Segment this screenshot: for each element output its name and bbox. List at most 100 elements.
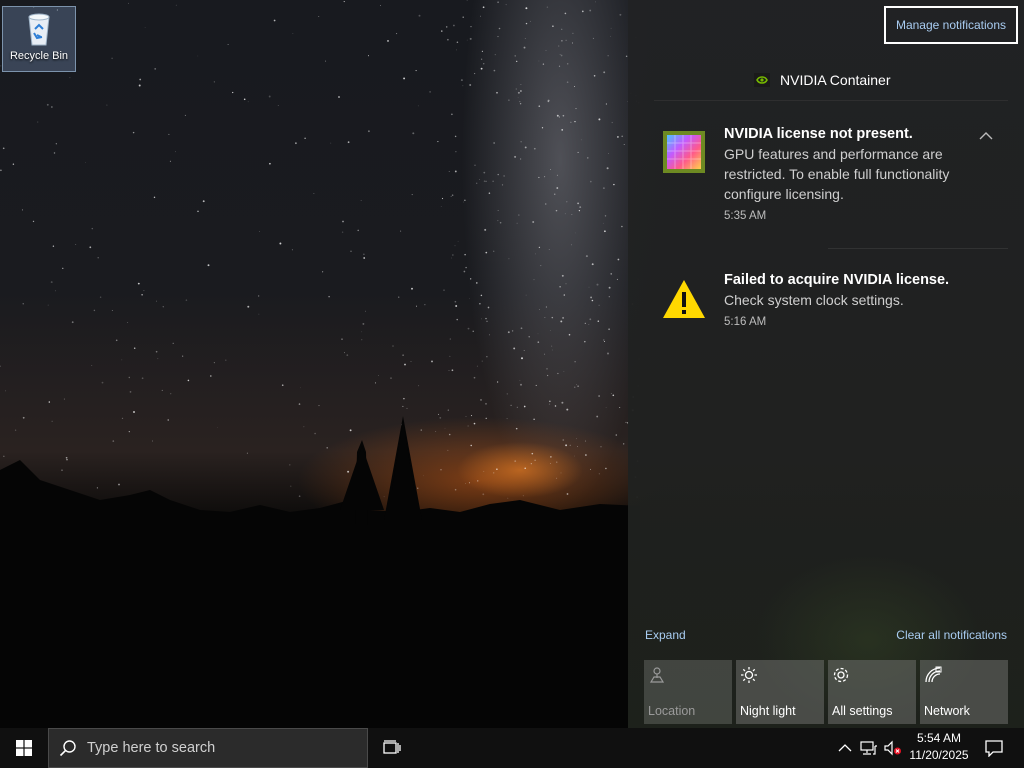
star: [469, 37, 472, 40]
taskbar-clock[interactable]: 5:54 AM 11/20/2025: [906, 730, 972, 764]
clear-all-notifications-button[interactable]: Clear all notifications: [896, 628, 1007, 642]
star: [493, 142, 495, 144]
star: [483, 63, 485, 65]
star: [141, 294, 143, 296]
star: [91, 364, 93, 367]
recycle-bin-shortcut[interactable]: Recycle Bin: [2, 6, 76, 72]
star: [97, 257, 99, 259]
star: [492, 180, 494, 182]
star: [595, 1, 596, 3]
star: [106, 104, 108, 106]
star: [374, 382, 377, 384]
action-center-button[interactable]: [976, 728, 1012, 768]
star: [545, 203, 547, 205]
star: [612, 394, 615, 397]
star: [516, 60, 518, 63]
chevron-up-icon[interactable]: [978, 130, 994, 142]
star: [451, 257, 453, 259]
location-icon: [649, 667, 665, 683]
search-input[interactable]: Type here to search: [48, 728, 368, 768]
star: [464, 253, 466, 256]
star: [362, 322, 365, 325]
star: [525, 22, 528, 25]
search-icon: [59, 740, 76, 757]
star: [506, 393, 508, 395]
quick-action-all-settings[interactable]: All settings: [828, 660, 916, 724]
star: [411, 194, 413, 196]
quick-action-label: Location: [648, 704, 696, 718]
star: [418, 385, 420, 387]
star: [602, 222, 604, 224]
volume-tray-button[interactable]: [884, 739, 902, 757]
star: [343, 1, 345, 3]
star: [466, 0, 468, 1]
star: [460, 79, 463, 82]
star: [175, 4, 177, 6]
star: [121, 359, 123, 361]
quick-action-network[interactable]: Network: [920, 660, 1008, 724]
star: [454, 170, 457, 173]
quick-action-location[interactable]: Location: [644, 660, 732, 724]
star: [608, 296, 610, 298]
star: [207, 264, 210, 267]
star: [519, 380, 521, 381]
star: [300, 387, 301, 389]
star: [75, 244, 77, 245]
star: [155, 300, 157, 302]
quick-action-night-light[interactable]: Night light: [736, 660, 824, 724]
start-button[interactable]: [0, 728, 48, 768]
star: [588, 286, 590, 288]
star: [591, 263, 594, 266]
star: [154, 68, 157, 70]
star: [157, 358, 159, 360]
star: [479, 15, 481, 17]
star: [511, 330, 514, 332]
star: [497, 220, 499, 222]
star: [572, 32, 574, 35]
network-tray-button[interactable]: [860, 739, 878, 757]
star: [570, 121, 572, 123]
star: [563, 370, 565, 372]
star: [523, 46, 526, 49]
star: [162, 306, 164, 308]
manage-notifications-button[interactable]: Manage notifications: [884, 6, 1018, 44]
star: [213, 81, 216, 83]
star: [325, 60, 327, 62]
task-view-button[interactable]: [372, 728, 412, 768]
star: [578, 209, 581, 212]
star: [603, 339, 605, 341]
star: [175, 151, 176, 153]
star: [360, 200, 362, 201]
notification-title: Failed to acquire NVIDIA license.: [724, 272, 950, 288]
star: [62, 267, 64, 269]
star: [462, 16, 464, 18]
star: [587, 157, 589, 159]
star: [611, 121, 613, 124]
star: [493, 250, 495, 252]
star: [440, 206, 442, 208]
star: [474, 164, 476, 166]
notification-group-header[interactable]: NVIDIA Container: [754, 72, 891, 88]
star: [547, 99, 550, 102]
star: [452, 254, 454, 256]
star: [273, 19, 276, 22]
star: [520, 327, 523, 330]
star: [449, 338, 451, 340]
star: [559, 286, 561, 288]
star: [592, 37, 594, 39]
star: [541, 127, 544, 129]
star: [542, 63, 545, 65]
show-hidden-icons-button[interactable]: [836, 739, 854, 757]
star: [554, 193, 556, 195]
star: [115, 339, 118, 342]
star: [486, 356, 488, 358]
expand-button[interactable]: Expand: [645, 628, 686, 642]
star: [99, 296, 102, 298]
star: [469, 298, 470, 300]
star: [480, 318, 482, 320]
star: [621, 135, 624, 138]
star: [170, 393, 172, 395]
star: [520, 84, 522, 86]
star: [441, 30, 443, 32]
star: [566, 201, 568, 203]
